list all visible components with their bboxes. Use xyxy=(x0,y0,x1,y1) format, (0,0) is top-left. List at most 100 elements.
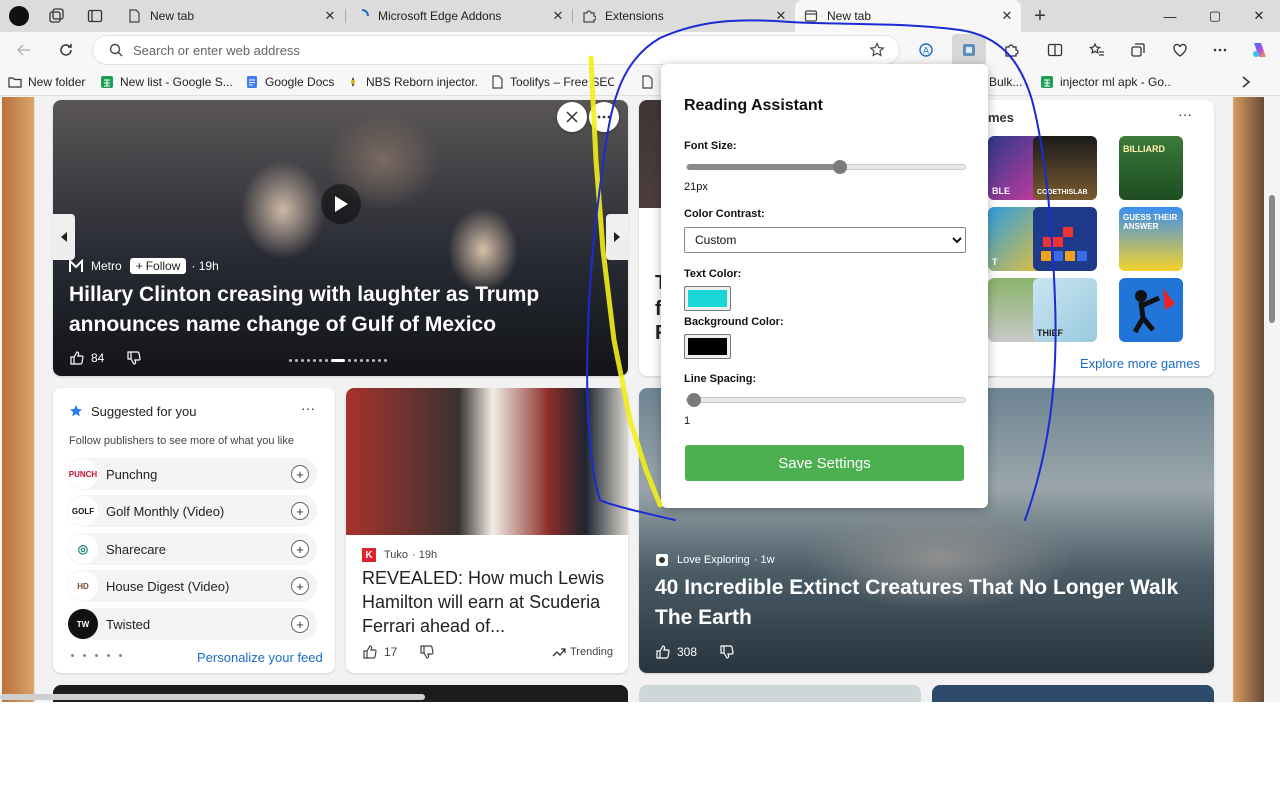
follow-publisher-button[interactable]: + xyxy=(291,502,309,520)
publisher-row-punchng[interactable]: PUNCH Punchng + xyxy=(67,458,317,490)
follow-publisher-button[interactable]: + xyxy=(291,465,309,483)
follow-publisher-button[interactable]: + xyxy=(291,577,309,595)
maximize-button[interactable]: ▢ xyxy=(1193,0,1237,32)
explore-more-games-link[interactable]: Explore more games xyxy=(1080,356,1200,371)
vertical-tabs-button[interactable] xyxy=(82,4,108,28)
browser-essentials-button[interactable] xyxy=(1166,36,1194,64)
vertical-scrollbar[interactable] xyxy=(1264,97,1280,702)
favorite-new-folder[interactable]: New folder xyxy=(8,72,92,92)
favorite-star-icon[interactable] xyxy=(869,42,885,58)
color-contrast-select[interactable]: Custom xyxy=(684,227,966,253)
personalize-feed-link[interactable]: Personalize your feed xyxy=(197,650,323,665)
address-bar[interactable] xyxy=(92,35,900,65)
svg-text:A: A xyxy=(923,46,929,56)
favorite-bulk[interactable]: Bulk... xyxy=(989,72,1025,92)
text-color-picker[interactable] xyxy=(684,286,731,311)
thumbs-down-icon[interactable] xyxy=(419,644,435,660)
font-size-label: Font Size: xyxy=(684,140,737,152)
publisher-row-golf-monthly[interactable]: GOLF Golf Monthly (Video) + xyxy=(67,495,317,527)
favorite-google-docs[interactable]: Google Docs xyxy=(245,72,341,92)
suggested-pagination[interactable] xyxy=(71,654,131,657)
publisher-row-sharecare[interactable]: ◎ Sharecare + xyxy=(67,533,317,565)
tab-extensions[interactable]: Extensions ✕ xyxy=(573,0,795,32)
settings-more-button[interactable] xyxy=(1206,36,1234,64)
shark-source-row: Love Exploring · 1w xyxy=(655,553,775,567)
collections-button[interactable] xyxy=(1124,36,1152,64)
favorite-injector-ml[interactable]: injector ml apk - Go... xyxy=(1040,72,1172,92)
profile-avatar[interactable] xyxy=(6,4,32,28)
line-spacing-slider[interactable] xyxy=(686,393,966,407)
thumbs-down-icon[interactable] xyxy=(719,644,735,660)
tab-edge-addons[interactable]: Microsoft Edge Addons ✕ xyxy=(346,0,572,32)
line-spacing-slider-thumb[interactable] xyxy=(687,393,701,407)
play-video-button[interactable] xyxy=(321,184,361,224)
favorites-list-icon xyxy=(1089,42,1104,56)
tab-close-button[interactable]: ✕ xyxy=(771,6,791,26)
news-card-next[interactable] xyxy=(639,685,921,702)
new-tab-button[interactable]: + xyxy=(1027,4,1053,28)
game-tile-billiard[interactable]: BILLIARD xyxy=(1119,136,1183,200)
favorite-toolifys[interactable]: Toolifys – Free SEO... xyxy=(490,72,614,92)
tuko-logo-icon: K xyxy=(362,548,376,562)
tab-close-button[interactable]: ✕ xyxy=(548,6,568,26)
avatar-icon xyxy=(9,6,29,26)
game-tile-blocks[interactable] xyxy=(1033,207,1097,271)
chevron-right-icon xyxy=(1242,76,1251,88)
tab-new-tab-active[interactable]: New tab ✕ xyxy=(795,0,1021,32)
game-tile-chess[interactable]: CODETHISLAB xyxy=(1033,136,1097,200)
favorite-nbs-reborn[interactable]: NBS Reborn injector... xyxy=(346,72,478,92)
horizontal-scrollbar-thumb[interactable] xyxy=(0,694,425,700)
follow-publisher-button[interactable]: + xyxy=(291,540,309,558)
game-tile-thief[interactable]: THIEF xyxy=(1033,278,1097,342)
close-window-button[interactable]: ✕ xyxy=(1237,0,1280,32)
hero-news-card[interactable]: Metro + Follow · 19h Hillary Clinton crea… xyxy=(53,100,628,376)
publisher-row-house-digest[interactable]: HD House Digest (Video) + xyxy=(67,570,317,602)
read-aloud-extension-button[interactable]: A xyxy=(912,36,940,64)
font-size-slider[interactable] xyxy=(686,160,966,174)
refresh-button[interactable] xyxy=(52,36,80,64)
thumbs-up-icon[interactable] xyxy=(362,644,378,660)
hero-dismiss-button[interactable] xyxy=(557,102,587,132)
extensions-button[interactable] xyxy=(998,36,1026,64)
loading-spinner-icon xyxy=(354,8,370,24)
thumbs-down-icon[interactable] xyxy=(126,350,142,366)
tab-close-button[interactable]: ✕ xyxy=(320,6,340,26)
hamilton-news-card[interactable]: K Tuko · 19h REVEALED: How much Lewis Ha… xyxy=(346,388,628,673)
scrollbar-thumb[interactable] xyxy=(1269,195,1275,323)
address-input[interactable] xyxy=(133,42,833,58)
follow-publisher-button[interactable]: + xyxy=(291,615,309,633)
favorites-button[interactable] xyxy=(1083,36,1111,64)
hero-more-button[interactable] xyxy=(589,102,619,132)
thumbs-up-icon[interactable] xyxy=(655,644,671,660)
font-size-slider-thumb[interactable] xyxy=(833,160,847,174)
follow-button[interactable]: + Follow xyxy=(129,258,187,274)
workspaces-button[interactable] xyxy=(43,4,69,28)
carousel-next-button[interactable] xyxy=(606,214,628,260)
favorites-overflow-button[interactable] xyxy=(1240,72,1256,92)
save-settings-button[interactable]: Save Settings xyxy=(685,445,964,481)
favorite-k[interactable]: K xyxy=(640,72,662,92)
publisher-row-twisted[interactable]: TW Twisted + xyxy=(67,608,317,640)
shark-headline[interactable]: 40 Incredible Extinct Creatures That No … xyxy=(655,573,1205,633)
game-tile-guess[interactable]: GUESS THEIR ANSWER xyxy=(1119,207,1183,271)
news-card-next[interactable] xyxy=(932,685,1214,702)
tab-new-tab-1[interactable]: New tab ✕ xyxy=(118,0,344,32)
games-more-button[interactable]: ··· xyxy=(1178,106,1192,122)
thumbs-up-icon[interactable] xyxy=(69,350,85,366)
tab-close-button[interactable]: ✕ xyxy=(997,6,1017,26)
hamilton-headline[interactable]: REVEALED: How much Lewis Hamilton will e… xyxy=(362,566,618,638)
game-tile-stickman[interactable] xyxy=(1119,278,1183,342)
back-button[interactable] xyxy=(10,36,38,64)
suggested-more-button[interactable]: ··· xyxy=(301,400,315,416)
hero-headline[interactable]: Hillary Clinton creasing with laughter a… xyxy=(69,280,609,340)
copilot-button[interactable] xyxy=(1246,36,1274,64)
publisher-name: Golf Monthly (Video) xyxy=(106,503,225,519)
favorite-google-sheets[interactable]: New list - Google S... xyxy=(100,72,236,92)
split-screen-button[interactable] xyxy=(1041,36,1069,64)
reading-assistant-extension-button[interactable] xyxy=(952,34,986,66)
carousel-prev-button[interactable] xyxy=(53,214,75,260)
color-contrast-label: Color Contrast: xyxy=(684,208,765,220)
background-color-picker[interactable] xyxy=(684,334,731,359)
love-exploring-logo-icon xyxy=(656,554,668,566)
minimize-button[interactable]: — xyxy=(1148,0,1192,32)
